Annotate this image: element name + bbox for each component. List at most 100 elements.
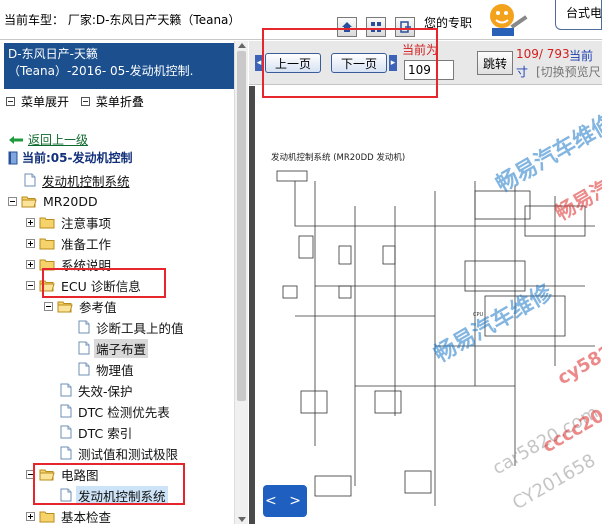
sidebar-header: D-东风日产-天籁 （Teana）-2016- 05-发动机控制. (4, 43, 248, 89)
sidebar-header-line2: （Teana）-2016- 05-发动机控制. (8, 64, 194, 78)
collapse-toggle-icon[interactable] (8, 196, 17, 206)
sidebar-header-line1: D-东风日产-天籁 (8, 47, 98, 61)
tree-item[interactable]: 诊断工具上的值 (78, 317, 186, 337)
menu-expand-label: 菜单展开 (21, 95, 70, 109)
next-page-button[interactable]: 下一页 (331, 53, 387, 73)
tree-folder[interactable]: 注意事项 (26, 212, 113, 232)
sidebar: D-东风日产-天籁 （Teana）-2016- 05-发动机控制. 菜单展开 菜… (0, 41, 248, 524)
tree-item-label: 系统说明 (61, 257, 112, 273)
tree-item[interactable]: DTC 索引 (60, 422, 134, 442)
folder-icon (39, 259, 55, 270)
expand-toggle-icon[interactable] (26, 259, 35, 269)
size-unit-label: 寸 (516, 65, 529, 79)
car-model-label: 当前车型： 厂家:D-东风日产天籁（Teana） 2016 (4, 14, 334, 27)
tree-item-label: DTC 检测优先表 (78, 404, 170, 420)
tree-item-label: 发动机控制系统 (42, 173, 130, 189)
tree-item-label: 基本检查 (61, 509, 112, 524)
current-section: 当前:05-发动机控制 (8, 149, 132, 166)
back-link-label: 返回上一级 (28, 133, 89, 147)
tree-item-label: 注意事项 (61, 215, 112, 231)
current-section-label: 当前:05-发动机控制 (22, 151, 133, 165)
document-icon (60, 446, 72, 460)
collapse-toggle-icon[interactable] (44, 301, 53, 311)
tree-folder[interactable]: ECU 诊断信息 (26, 275, 143, 295)
menu-expand-button[interactable]: 菜单展开 (6, 93, 69, 110)
document-icon (60, 488, 72, 502)
expand-toggle-icon[interactable] (26, 217, 35, 227)
scroll-down-icon[interactable] (238, 517, 246, 522)
tree-item-label: 电路图 (61, 467, 99, 483)
tree-item-label: 测试值和测试极限 (78, 446, 179, 462)
tree-folder[interactable]: MR20DD (8, 191, 100, 211)
nav-right-icon[interactable]: ▸ (389, 55, 397, 71)
tree-item-label: 准备工作 (61, 236, 112, 252)
desktop-button[interactable]: 台式电 (555, 0, 602, 30)
scrollbar-thumb[interactable] (237, 51, 246, 401)
sidebar-scrollbar[interactable] (234, 41, 248, 524)
tree-item-label: 发动机控制系统 (76, 485, 168, 505)
tree-item-label: DTC 索引 (78, 425, 133, 441)
exit-icon[interactable] (395, 17, 415, 37)
nav-left-icon[interactable]: ◂ (255, 55, 263, 71)
folder-open-icon (39, 469, 55, 480)
folder-open-icon (21, 196, 37, 207)
document-icon (78, 362, 90, 376)
expand-toggle-icon[interactable] (26, 238, 35, 248)
tree-folder[interactable]: 基本检查 (26, 506, 113, 524)
tree-item[interactable]: 发动机控制系统 (24, 170, 132, 190)
tree-item-label: 诊断工具上的值 (96, 320, 184, 336)
folder-icon (39, 217, 55, 228)
tree-folder[interactable]: 准备工作 (26, 233, 113, 253)
folder-icon (39, 511, 55, 522)
menu-collapse-label: 菜单折叠 (95, 95, 144, 109)
tree-folder[interactable]: 参考值 (44, 296, 119, 316)
switch-preview-link[interactable]: [切换预览尺 (536, 63, 601, 80)
document-icon (24, 173, 36, 187)
prev-page-button[interactable]: 上一页 (265, 53, 321, 73)
jump-button[interactable]: 跳转 (477, 51, 513, 75)
tree-item-label: 失效-保护 (78, 383, 133, 399)
tree-item[interactable]: DTC 检测优先表 (60, 401, 172, 421)
home-icon[interactable] (337, 17, 357, 37)
diagram-title: 发动机控制系统 (MR20DD 发动机) (271, 153, 406, 163)
mechanic-logo-icon (490, 4, 528, 36)
document-icon (60, 404, 72, 418)
current-link[interactable]: 当前 (569, 47, 593, 64)
back-link[interactable]: 返回上一级 (8, 131, 88, 148)
tree-folder[interactable]: 系统说明 (26, 254, 113, 274)
desktop-button-label: 台式电 (566, 6, 602, 20)
tree-item[interactable]: 物理值 (78, 359, 136, 379)
page-number-input[interactable] (404, 60, 454, 80)
total-pages: 109/ 793 (516, 47, 570, 61)
scroll-up-icon[interactable] (238, 43, 246, 48)
next-page-label: 下一页 (340, 56, 377, 71)
tree-item-label: 参考值 (79, 299, 117, 315)
page-arrows-button[interactable]: < > (263, 485, 307, 517)
car-model-text: 当前车型： 厂家:D-东风日产天籁（Teana） (4, 14, 241, 27)
expand-icon (6, 97, 15, 106)
document-icon (78, 341, 90, 355)
folder-open-icon (57, 301, 73, 312)
tree-folder[interactable]: 电路图 (26, 464, 101, 484)
page-navigation-bar: ◂ 上一页 下一页 ▸ 当前为 跳转 109/ 793 当前 寸 [切换预览尺 (249, 41, 602, 85)
main-area: ◂ 上一页 下一页 ▸ 当前为 跳转 109/ 793 当前 寸 [切换预览尺 (249, 41, 602, 524)
prev-page-label: 上一页 (274, 56, 311, 71)
tree-item-label: MR20DD (43, 193, 98, 209)
menu-collapse-button[interactable]: 菜单折叠 (80, 93, 144, 110)
profile-label: 您的专职 (424, 16, 473, 30)
tree-item[interactable]: 端子布置 (78, 338, 149, 358)
collapse-toggle-icon[interactable] (26, 280, 35, 290)
grid-icon[interactable] (366, 17, 386, 37)
tree-item-label: 物理值 (96, 362, 134, 378)
folder-open-icon (39, 280, 55, 291)
tree-item-selected[interactable]: 发动机控制系统 (60, 485, 168, 505)
collapse-toggle-icon[interactable] (26, 469, 35, 479)
tree-item[interactable]: 测试值和测试极限 (60, 443, 180, 463)
tree-item-label: 端子布置 (94, 338, 149, 358)
document-icon (78, 320, 90, 334)
document-icon (60, 383, 72, 397)
tree-item[interactable]: 失效-保护 (60, 380, 135, 400)
expand-toggle-icon[interactable] (26, 511, 35, 521)
back-arrow-icon (9, 135, 23, 144)
folder-icon (39, 238, 55, 249)
